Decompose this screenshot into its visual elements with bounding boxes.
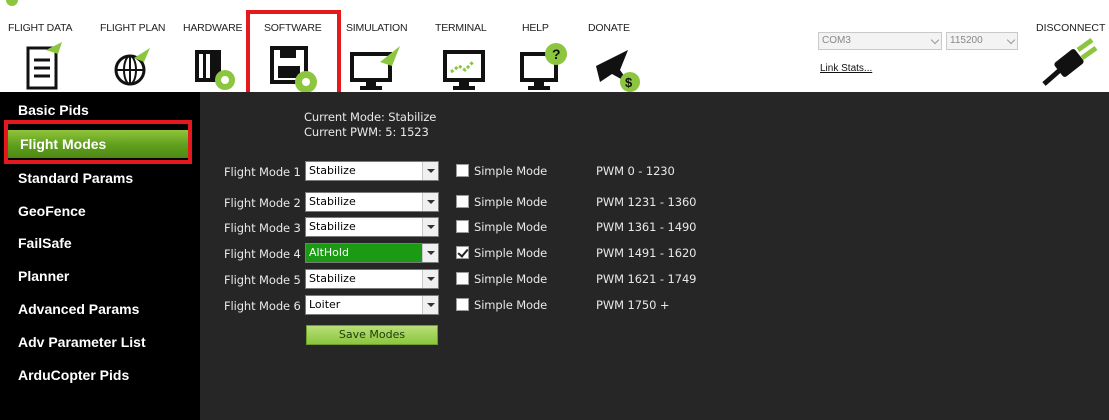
flight-mode-3-select[interactable]: Stabilize	[305, 217, 439, 237]
simple-mode-label: Simple Mode	[474, 195, 548, 209]
port-select[interactable]: COM3	[818, 32, 942, 50]
chevron-down-icon	[422, 162, 438, 180]
simple-mode-4-checkbox[interactable]	[456, 246, 469, 259]
nav-donate-label: DONATE	[588, 22, 630, 34]
svg-text:?: ?	[552, 46, 561, 62]
simple-mode-2-checkbox[interactable]	[456, 195, 469, 208]
chevron-down-icon	[930, 35, 940, 45]
nav-flight-data[interactable]: FLIGHT DATA	[8, 22, 90, 92]
pwm-range-5: PWM 1621 - 1749	[596, 272, 697, 286]
flight-mode-4-select[interactable]: AltHold	[305, 243, 439, 263]
sidebar-item-geofence[interactable]: GeoFence	[18, 203, 86, 219]
flight-mode-2-select[interactable]: Stabilize	[305, 192, 439, 212]
donate-icon: $	[596, 50, 640, 92]
flight-mode-label: Flight Mode 6	[224, 299, 301, 313]
link-stats-link[interactable]: Link Stats...	[820, 63, 872, 74]
nav-flight-data-label: FLIGHT DATA	[8, 22, 73, 34]
svg-text:$: $	[625, 75, 633, 90]
nav-flight-plan-label: FLIGHT PLAN	[100, 22, 166, 34]
nav-hardware-label: HARDWARE	[183, 22, 243, 34]
current-pwm-text: Current PWM: 5: 1523	[304, 125, 429, 139]
flight-mode-2-value: Stabilize	[309, 195, 356, 208]
sidebar-item-advanced-params[interactable]: Advanced Params	[18, 301, 139, 317]
flight-mode-5-value: Stabilize	[309, 272, 356, 285]
flight-plan-icon	[114, 48, 150, 86]
baud-select[interactable]: 115200	[946, 32, 1018, 50]
flight-mode-1-value: Stabilize	[309, 164, 356, 177]
sidebar-item-standard-params[interactable]: Standard Params	[18, 170, 133, 186]
flight-mode-6-select[interactable]: Loiter	[305, 295, 439, 315]
simple-mode-label: Simple Mode	[474, 298, 548, 312]
chevron-down-icon	[422, 218, 438, 236]
chevron-down-icon	[422, 244, 438, 262]
sidebar-item-basic-pids[interactable]: Basic Pids	[18, 102, 89, 118]
nav-terminal[interactable]: TERMINAL	[435, 22, 495, 92]
save-modes-button[interactable]: Save Modes	[306, 325, 438, 345]
simple-mode-5-checkbox[interactable]	[456, 272, 469, 285]
pwm-range-4: PWM 1491 - 1620	[596, 246, 697, 260]
flight-data-icon	[26, 42, 62, 90]
sidebar: Basic Pids Flight Modes Standard Params …	[0, 92, 200, 420]
flight-mode-label: Flight Mode 5	[224, 273, 301, 287]
flight-mode-6-value: Loiter	[309, 298, 341, 311]
hardware-icon	[195, 50, 235, 90]
flight-mode-label: Flight Mode 1	[224, 165, 301, 179]
simple-mode-6-checkbox[interactable]	[456, 298, 469, 311]
chevron-down-icon	[422, 193, 438, 211]
flight-mode-label: Flight Mode 4	[224, 247, 301, 261]
simulation-icon	[350, 46, 400, 90]
pwm-range-6: PWM 1750 +	[596, 298, 670, 312]
pwm-range-2: PWM 1231 - 1360	[596, 195, 697, 209]
disconnect-label: DISCONNECT	[1036, 22, 1106, 34]
disconnect-button[interactable]: DISCONNECT	[1030, 22, 1109, 90]
nav-flight-plan[interactable]: FLIGHT PLAN	[100, 22, 176, 92]
app-logo-icon	[6, 0, 18, 6]
plug-icon	[1042, 37, 1098, 86]
simple-mode-3-checkbox[interactable]	[456, 220, 469, 233]
simple-mode-label: Simple Mode	[474, 220, 548, 234]
port-select-value: COM3	[822, 35, 851, 46]
pwm-range-1: PWM 0 - 1230	[596, 164, 675, 178]
flight-mode-label: Flight Mode 2	[224, 196, 301, 210]
baud-select-value: 115200	[950, 35, 983, 46]
pwm-range-3: PWM 1361 - 1490	[596, 220, 697, 234]
nav-donate[interactable]: DONATE $	[588, 22, 648, 92]
highlight-software	[246, 10, 341, 102]
chevron-down-icon	[422, 296, 438, 314]
flight-mode-1-select[interactable]: Stabilize	[305, 161, 439, 181]
nav-terminal-label: TERMINAL	[435, 22, 487, 34]
simple-mode-label: Simple Mode	[474, 164, 548, 178]
nav-help-label: HELP	[522, 22, 549, 34]
simple-mode-label: Simple Mode	[474, 246, 548, 260]
flight-mode-label: Flight Mode 3	[224, 221, 301, 235]
chevron-down-icon	[1006, 35, 1016, 45]
sidebar-item-arducopter-pids[interactable]: ArduCopter Pids	[18, 367, 129, 383]
help-icon: ?	[520, 43, 567, 90]
flight-mode-3-value: Stabilize	[309, 220, 356, 233]
flight-modes-panel: Current Mode: Stabilize Current PWM: 5: …	[200, 92, 1109, 420]
flight-mode-4-value: AltHold	[309, 246, 349, 259]
current-mode-text: Current Mode: Stabilize	[304, 110, 437, 124]
simple-mode-1-checkbox[interactable]	[456, 164, 469, 177]
nav-simulation-label: SIMULATION	[346, 22, 408, 34]
sidebar-item-failsafe[interactable]: FailSafe	[18, 235, 72, 251]
highlight-flight-modes	[4, 120, 192, 164]
sidebar-item-adv-parameter-list[interactable]: Adv Parameter List	[18, 334, 146, 350]
chevron-down-icon	[422, 270, 438, 288]
flight-mode-5-select[interactable]: Stabilize	[305, 269, 439, 289]
terminal-icon	[443, 50, 485, 90]
nav-simulation[interactable]: SIMULATION	[346, 22, 418, 92]
top-menu-bar: FLIGHT DATA FLIGHT PLAN HARDWARE SOFTWAR…	[0, 0, 1109, 102]
nav-help[interactable]: HELP ?	[520, 22, 567, 92]
nav-hardware[interactable]: HARDWARE	[183, 22, 243, 92]
simple-mode-label: Simple Mode	[474, 272, 548, 286]
sidebar-item-planner[interactable]: Planner	[18, 268, 69, 284]
